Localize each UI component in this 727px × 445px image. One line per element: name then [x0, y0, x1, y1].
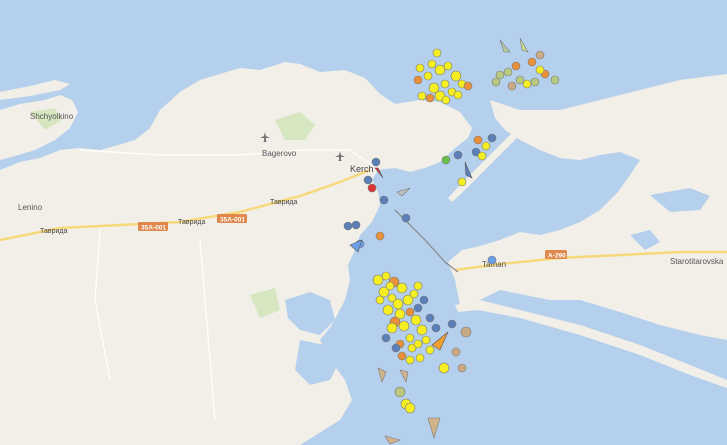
vessel-marker-icon[interactable]: [451, 347, 461, 357]
road-label-tavrida-1: Таврида: [40, 228, 67, 235]
vessel-marker-icon[interactable]: [415, 63, 425, 73]
place-label-bagerovo: Bagerovo: [262, 149, 297, 158]
vessel-marker-icon[interactable]: [463, 81, 473, 91]
vessel-marker-icon[interactable]: [416, 324, 428, 336]
vessel-marker-icon[interactable]: [425, 345, 435, 355]
vessel-marker-icon[interactable]: [495, 70, 505, 80]
vessel-marker-icon[interactable]: [371, 157, 381, 167]
map-canvas[interactable]: Таврида Таврида Таврида 35A-001 35A-001 …: [0, 0, 727, 445]
vessel-marker-icon[interactable]: [379, 195, 389, 205]
vessel-marker-icon[interactable]: [535, 65, 545, 75]
place-label-lenino: Lenino: [18, 203, 43, 212]
vessel-marker-icon[interactable]: [396, 282, 408, 294]
vessel-marker-icon[interactable]: [405, 307, 415, 317]
vessel-marker-icon[interactable]: [487, 133, 497, 143]
place-label-starotitarovskaya: Starotitarovska: [670, 257, 724, 266]
vessel-marker-icon[interactable]: [450, 70, 462, 82]
vessel-marker-icon[interactable]: [477, 151, 487, 161]
vessel-marker-icon[interactable]: [443, 61, 453, 71]
vessel-marker-icon[interactable]: [363, 175, 373, 185]
vessel-marker-icon[interactable]: [535, 50, 545, 60]
vessel-marker-icon[interactable]: [397, 351, 407, 361]
vessel-marker-icon[interactable]: [550, 75, 560, 85]
vessel-marker-icon[interactable]: [367, 183, 377, 193]
vessel-marker-icon[interactable]: [425, 313, 435, 323]
vessel-marker-icon[interactable]: [434, 64, 446, 76]
vessel-marker-icon[interactable]: [398, 320, 410, 332]
place-label-shchyolkino: Shchyolkino: [30, 112, 74, 121]
vessel-marker-icon[interactable]: [522, 79, 532, 89]
vessel-marker-icon[interactable]: [415, 353, 425, 363]
road-shield-35a001-2: 35A-001: [217, 214, 247, 224]
vessel-marker-icon[interactable]: [438, 362, 450, 374]
vessel-marker-icon[interactable]: [386, 322, 398, 334]
vessel-marker-icon[interactable]: [410, 314, 422, 326]
vessel-marker-icon[interactable]: [421, 335, 431, 345]
vessel-marker-icon[interactable]: [431, 323, 441, 333]
vessel-marker-icon[interactable]: [530, 77, 540, 87]
vessel-marker-icon[interactable]: [381, 333, 391, 343]
vessel-marker-icon[interactable]: [432, 48, 442, 58]
vessel-marker-icon[interactable]: [511, 61, 521, 71]
vessel-marker-icon[interactable]: [440, 79, 450, 89]
vessel-marker-icon[interactable]: [457, 363, 467, 373]
road-shield-a290: A-290: [545, 250, 567, 260]
vessel-marker-icon[interactable]: [419, 295, 429, 305]
vessel-marker-icon[interactable]: [427, 59, 437, 69]
vessel-marker-icon[interactable]: [473, 135, 483, 145]
road-label-tavrida-3: Таврида: [270, 199, 297, 206]
vessel-marker-icon[interactable]: [515, 75, 525, 85]
vessel-marker-icon[interactable]: [453, 150, 463, 160]
vessel-marker-icon[interactable]: [343, 221, 353, 231]
road-label-tavrida-2: Таврида: [178, 219, 205, 226]
place-label-kerch: Kerch: [350, 164, 374, 174]
svg-text:35A-001: 35A-001: [220, 217, 245, 224]
vessel-marker-icon[interactable]: [447, 319, 457, 329]
vessel-marker-icon[interactable]: [385, 281, 395, 291]
vessel-marker-icon[interactable]: [413, 339, 423, 349]
road-shield-35a001-1: 35A-001: [138, 222, 168, 232]
vessel-marker-icon[interactable]: [481, 141, 491, 151]
vessel-marker-icon[interactable]: [527, 57, 537, 67]
vessel-marker-icon[interactable]: [423, 71, 433, 81]
vessel-marker-icon[interactable]: [487, 255, 497, 265]
vessel-marker-icon[interactable]: [441, 95, 451, 105]
vessel-marker-icon[interactable]: [457, 177, 467, 187]
vessel-marker-icon[interactable]: [404, 402, 416, 414]
vessel-marker-icon[interactable]: [375, 231, 385, 241]
vessel-marker-icon[interactable]: [503, 67, 513, 77]
vessel-marker-icon[interactable]: [417, 91, 427, 101]
vessel-marker-icon[interactable]: [453, 90, 463, 100]
vessel-marker-icon[interactable]: [507, 81, 517, 91]
vessel-marker-icon[interactable]: [351, 220, 361, 230]
vessel-marker-icon[interactable]: [409, 289, 419, 299]
vessel-marker-icon[interactable]: [394, 386, 406, 398]
vessel-marker-icon[interactable]: [375, 295, 385, 305]
svg-text:A-290: A-290: [548, 253, 566, 260]
vessel-marker-icon[interactable]: [372, 274, 384, 286]
vessel-marker-icon[interactable]: [413, 303, 423, 313]
vessel-marker-icon[interactable]: [392, 298, 404, 310]
vessel-marker-icon[interactable]: [401, 213, 411, 223]
vessel-marker-icon[interactable]: [441, 155, 451, 165]
vessel-marker-icon[interactable]: [460, 326, 472, 338]
vessel-marker-icon[interactable]: [391, 343, 401, 353]
vessel-marker-icon[interactable]: [405, 355, 415, 365]
map-view[interactable]: Таврида Таврида Таврида 35A-001 35A-001 …: [0, 0, 727, 445]
vessel-marker-icon[interactable]: [425, 93, 435, 103]
vessel-marker-icon[interactable]: [491, 77, 501, 87]
vessel-marker-icon[interactable]: [413, 75, 423, 85]
svg-text:35A-001: 35A-001: [141, 225, 166, 232]
vessel-marker-icon[interactable]: [382, 304, 394, 316]
vessel-marker-icon[interactable]: [413, 281, 423, 291]
vessel-marker-icon[interactable]: [405, 333, 415, 343]
vessel-marker-icon[interactable]: [381, 271, 391, 281]
